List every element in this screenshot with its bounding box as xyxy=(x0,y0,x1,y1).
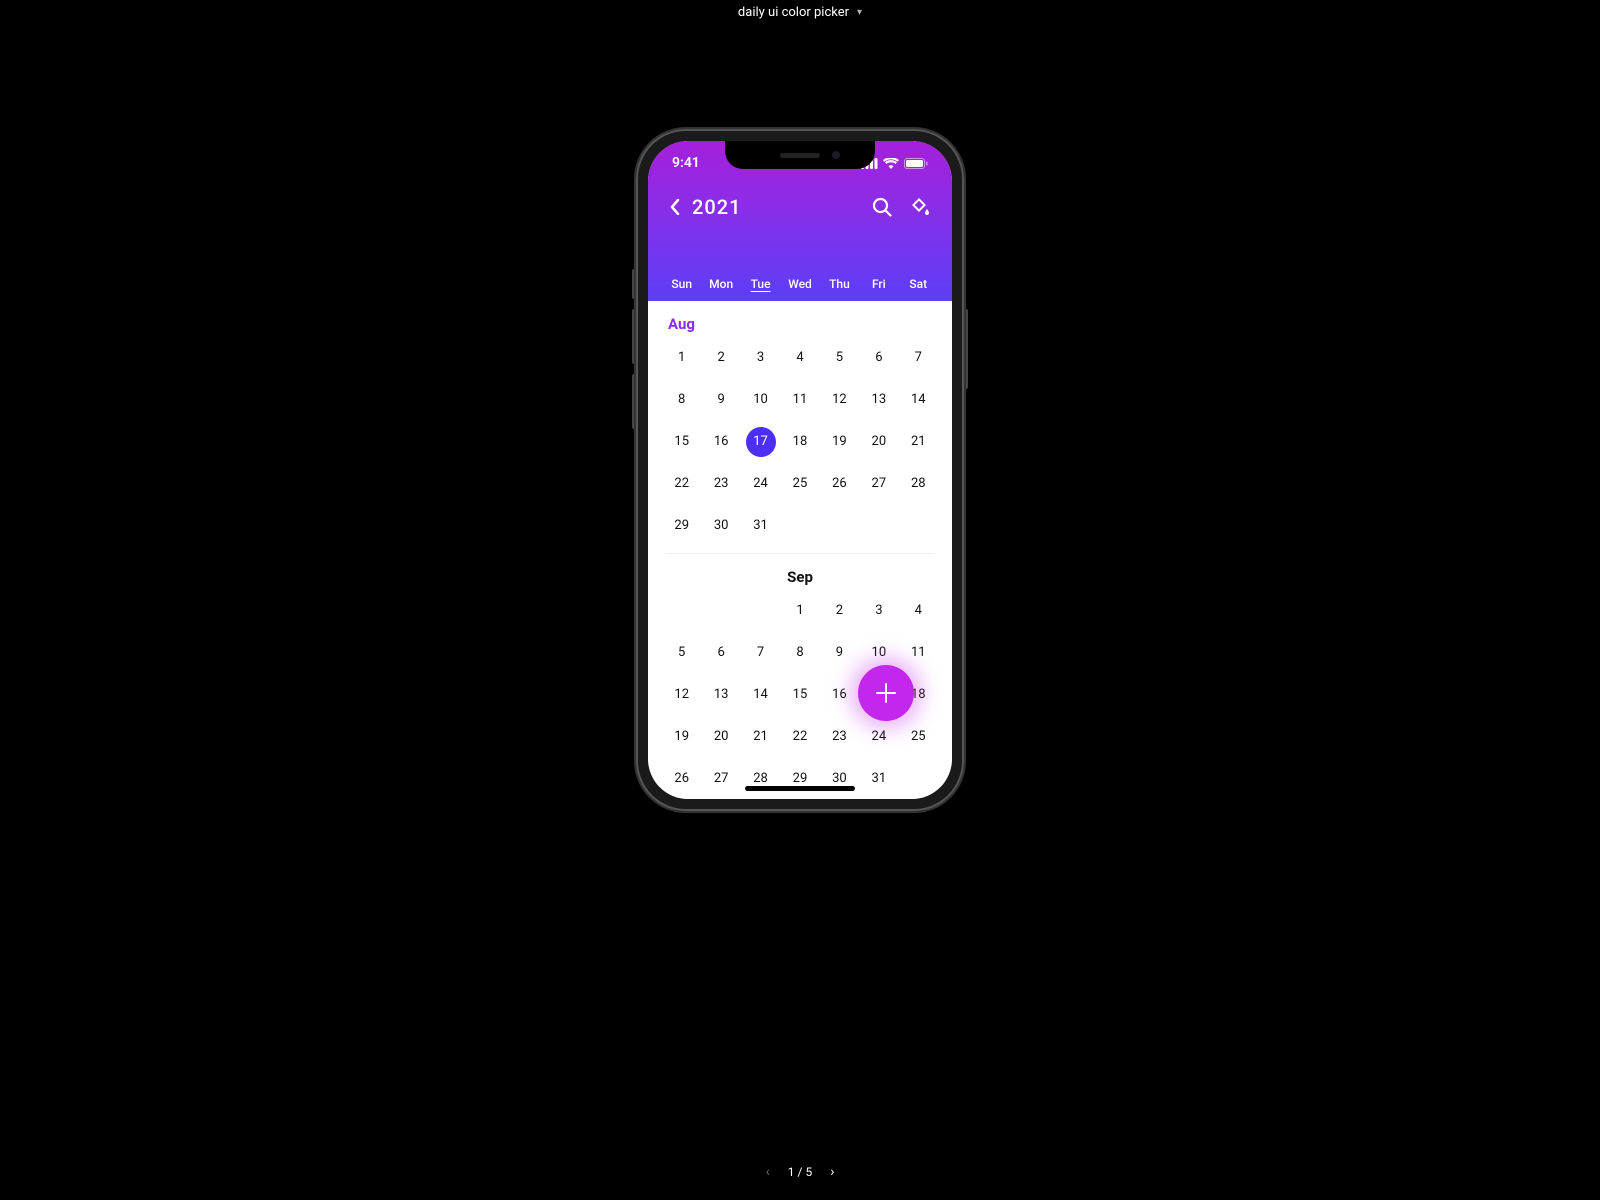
add-button[interactable] xyxy=(858,665,914,721)
page-title-bar[interactable]: daily ui color picker ▾ xyxy=(738,5,862,20)
day-cell[interactable]: 26 xyxy=(820,475,859,493)
day-cell[interactable]: 26 xyxy=(662,770,701,788)
day-cell[interactable]: 16 xyxy=(820,686,859,704)
year-label: 2021 xyxy=(692,195,741,219)
day-cell[interactable]: 7 xyxy=(741,644,780,662)
paint-bucket-icon[interactable] xyxy=(910,197,930,217)
day-empty xyxy=(662,602,701,620)
day-cell[interactable]: 14 xyxy=(899,391,938,409)
day-cell[interactable]: 11 xyxy=(899,644,938,662)
day-cell[interactable]: 10 xyxy=(859,644,898,662)
day-cell[interactable]: 29 xyxy=(662,517,701,535)
day-cell[interactable]: 24 xyxy=(859,728,898,746)
day-cell[interactable]: 25 xyxy=(780,475,819,493)
day-cell[interactable]: 1 xyxy=(662,349,701,367)
phone-power-button xyxy=(964,309,968,389)
day-cell[interactable]: 7 xyxy=(899,349,938,367)
day-cell[interactable]: 6 xyxy=(859,349,898,367)
month-grid: 1234567891011121314151617181920212223242… xyxy=(662,341,938,553)
month-label[interactable]: Sep xyxy=(662,554,938,594)
day-cell[interactable]: 21 xyxy=(741,728,780,746)
day-cell[interactable]: 8 xyxy=(780,644,819,662)
plus-icon xyxy=(874,681,898,705)
day-cell[interactable]: 31 xyxy=(741,517,780,535)
home-indicator[interactable] xyxy=(745,786,855,791)
month-label[interactable]: Aug xyxy=(662,301,938,341)
day-cell[interactable]: 28 xyxy=(899,475,938,493)
day-cell[interactable]: 11 xyxy=(780,391,819,409)
day-cell[interactable]: 27 xyxy=(859,475,898,493)
day-cell[interactable]: 1 xyxy=(780,602,819,620)
next-arrow-icon[interactable]: › xyxy=(830,1164,834,1180)
day-cell[interactable]: 3 xyxy=(859,602,898,620)
day-cell[interactable]: 3 xyxy=(741,349,780,367)
day-cell[interactable]: 12 xyxy=(662,686,701,704)
day-cell[interactable]: 30 xyxy=(701,517,740,535)
nav-left[interactable]: 2021 xyxy=(670,195,741,219)
day-cell[interactable]: 24 xyxy=(741,475,780,493)
day-cell[interactable]: 4 xyxy=(899,602,938,620)
weekday-label: Fri xyxy=(859,277,898,291)
page-title: daily ui color picker xyxy=(738,5,849,20)
prev-arrow-icon[interactable]: ‹ xyxy=(766,1164,770,1180)
speaker-grill xyxy=(780,153,820,158)
chevron-down-icon: ▾ xyxy=(857,7,862,18)
day-cell[interactable]: 12 xyxy=(820,391,859,409)
day-cell[interactable]: 13 xyxy=(701,686,740,704)
day-cell[interactable]: 20 xyxy=(859,433,898,451)
header-nav: 2021 xyxy=(648,171,952,219)
day-empty xyxy=(701,602,740,620)
day-cell[interactable]: 10 xyxy=(741,391,780,409)
day-cell[interactable]: 6 xyxy=(701,644,740,662)
weekday-label: Mon xyxy=(701,277,740,291)
day-empty xyxy=(741,602,780,620)
day-cell[interactable]: 20 xyxy=(701,728,740,746)
phone-screen: 9:41 2021 xyxy=(648,141,952,799)
day-cell[interactable]: 21 xyxy=(899,433,938,451)
search-icon[interactable] xyxy=(872,197,892,217)
weekday-label: Sat xyxy=(899,277,938,291)
status-time: 9:41 xyxy=(672,155,700,171)
day-cell[interactable]: 2 xyxy=(820,602,859,620)
day-cell[interactable]: 17 xyxy=(741,433,780,451)
day-cell[interactable]: 16 xyxy=(701,433,740,451)
phone-frame: 9:41 2021 xyxy=(636,129,964,811)
front-camera xyxy=(832,151,840,159)
weekday-label: Wed xyxy=(780,277,819,291)
battery-icon xyxy=(904,158,928,169)
day-cell[interactable]: 9 xyxy=(701,391,740,409)
weekday-label: Sun xyxy=(662,277,701,291)
day-cell[interactable]: 14 xyxy=(741,686,780,704)
image-pager: ‹ 1 / 5 › xyxy=(766,1164,835,1180)
day-cell[interactable]: 22 xyxy=(662,475,701,493)
pager-text: 1 / 5 xyxy=(788,1165,812,1179)
phone-mockup: 9:41 2021 xyxy=(636,129,964,811)
nav-right xyxy=(872,197,930,217)
weekday-header: SunMonTueWedThuFriSat xyxy=(648,277,952,301)
day-cell[interactable]: 31 xyxy=(859,770,898,788)
wifi-icon xyxy=(883,158,899,169)
weekday-label: Tue xyxy=(741,277,780,291)
day-cell[interactable]: 5 xyxy=(662,644,701,662)
day-cell[interactable]: 23 xyxy=(820,728,859,746)
day-cell[interactable]: 15 xyxy=(662,433,701,451)
calendar-body[interactable]: Aug1234567891011121314151617181920212223… xyxy=(648,301,952,799)
day-cell[interactable]: 15 xyxy=(780,686,819,704)
day-cell[interactable]: 19 xyxy=(820,433,859,451)
day-cell[interactable]: 18 xyxy=(780,433,819,451)
back-icon[interactable] xyxy=(670,199,680,215)
day-cell[interactable]: 25 xyxy=(899,728,938,746)
day-cell[interactable]: 5 xyxy=(820,349,859,367)
day-cell[interactable]: 13 xyxy=(859,391,898,409)
day-cell[interactable]: 23 xyxy=(701,475,740,493)
day-cell[interactable]: 22 xyxy=(780,728,819,746)
day-cell[interactable]: 19 xyxy=(662,728,701,746)
day-cell[interactable]: 4 xyxy=(780,349,819,367)
weekday-label: Thu xyxy=(820,277,859,291)
day-cell[interactable]: 9 xyxy=(820,644,859,662)
day-cell[interactable]: 8 xyxy=(662,391,701,409)
phone-notch xyxy=(725,141,875,169)
day-cell[interactable]: 27 xyxy=(701,770,740,788)
day-cell[interactable]: 2 xyxy=(701,349,740,367)
